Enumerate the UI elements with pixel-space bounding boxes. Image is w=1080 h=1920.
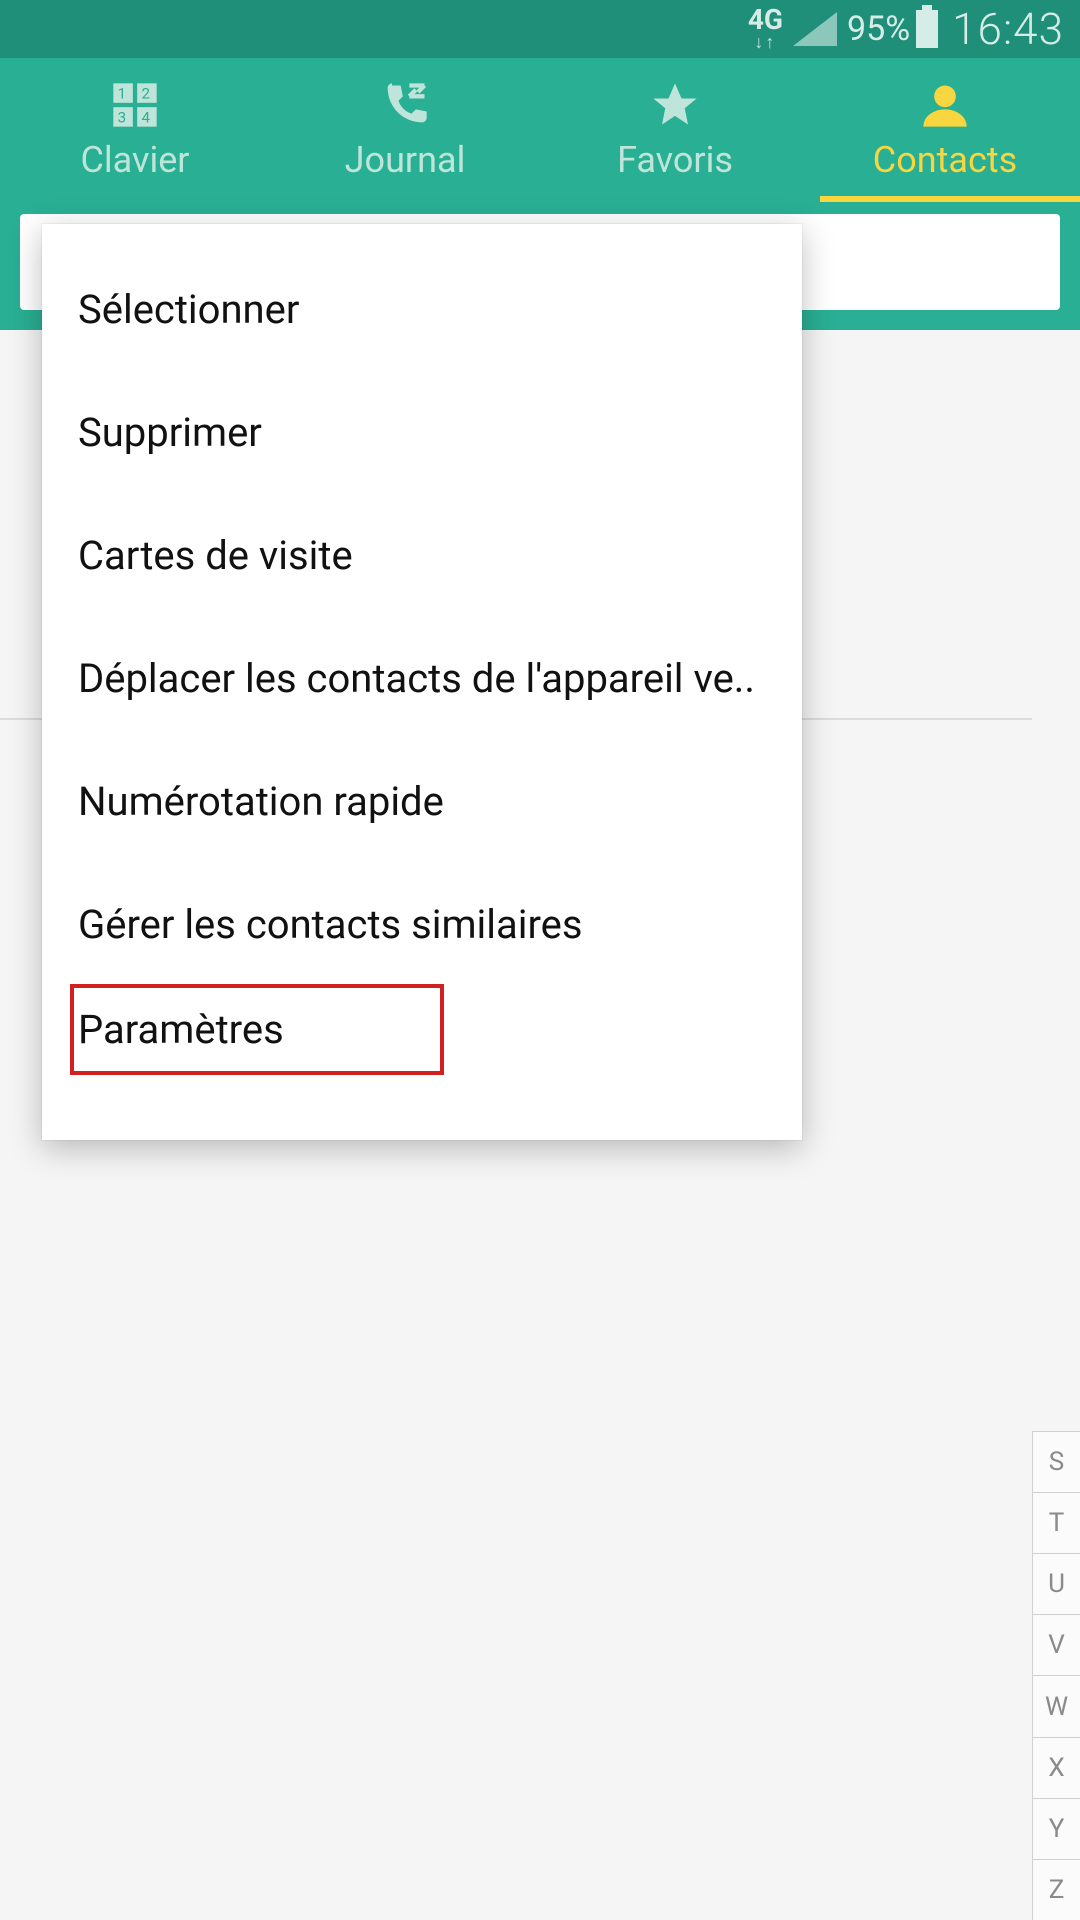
alpha-index-letter[interactable]: Z xyxy=(1032,1859,1080,1920)
tab-journal[interactable]: Journal xyxy=(270,58,540,202)
network-4g-icon: 4G↓↑ xyxy=(748,6,783,52)
tab-label: Clavier xyxy=(81,139,190,181)
svg-text:1: 1 xyxy=(118,85,127,103)
alpha-index-letter[interactable]: Y xyxy=(1032,1798,1080,1859)
tab-favoris[interactable]: Favoris xyxy=(540,58,810,202)
overflow-menu: SélectionnerSupprimerCartes de visiteDép… xyxy=(42,224,802,1140)
alpha-index[interactable]: ABCDEFGHIJKLMNOPQRSTUVWXYZ xyxy=(1032,330,1080,1920)
tab-contacts[interactable]: Contacts xyxy=(810,58,1080,202)
svg-text:2: 2 xyxy=(142,85,151,103)
tab-label: Favoris xyxy=(617,139,733,181)
alpha-index-letter[interactable]: W xyxy=(1032,1675,1080,1736)
menu-item[interactable]: Déplacer les contacts de l'appareil ve.. xyxy=(42,617,802,740)
signal-icon xyxy=(793,12,837,46)
menu-item[interactable]: Supprimer xyxy=(42,371,802,494)
star-icon xyxy=(649,79,701,131)
battery-icon xyxy=(916,10,938,48)
status-bar: 4G↓↑ 95% 16:43 xyxy=(0,0,1080,58)
menu-item[interactable]: Sélectionner xyxy=(42,248,802,371)
alpha-index-letter[interactable]: U xyxy=(1032,1553,1080,1614)
clock: 16:43 xyxy=(952,3,1064,55)
svg-text:3: 3 xyxy=(118,108,127,126)
tab-clavier[interactable]: 1234 Clavier xyxy=(0,58,270,202)
alpha-index-letter[interactable]: S xyxy=(1032,1431,1080,1492)
person-icon xyxy=(919,79,971,131)
alpha-index-letter[interactable]: X xyxy=(1032,1737,1080,1798)
svg-text:4: 4 xyxy=(142,108,151,126)
keypad-icon: 1234 xyxy=(109,79,161,131)
menu-item[interactable]: Gérer les contacts similaires xyxy=(42,863,802,986)
battery-percent: 95% xyxy=(847,9,910,49)
alpha-index-letter[interactable]: T xyxy=(1032,1492,1080,1553)
menu-item[interactable]: Paramètres xyxy=(72,986,442,1073)
tab-label: Journal xyxy=(345,139,466,181)
menu-item[interactable]: Numérotation rapide xyxy=(42,740,802,863)
menu-item[interactable]: Cartes de visite xyxy=(42,494,802,617)
tab-label: Contacts xyxy=(873,139,1017,181)
tab-bar: 1234 Clavier Journal Favoris Contacts xyxy=(0,58,1080,202)
alpha-index-letter[interactable]: V xyxy=(1032,1614,1080,1675)
callog-icon xyxy=(379,79,431,131)
